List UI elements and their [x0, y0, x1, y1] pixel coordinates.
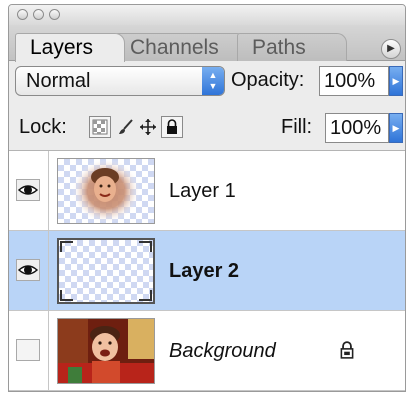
- triangle-right-icon: ▶: [392, 123, 400, 133]
- blend-mode-select[interactable]: Normal ▲ ▼: [15, 66, 225, 96]
- layer-thumbnail: [57, 158, 155, 224]
- visibility-cell: [9, 231, 49, 310]
- opacity-value: 100%: [324, 70, 376, 92]
- opacity-input[interactable]: 100%: [319, 66, 389, 96]
- triangle-right-icon: ▶: [387, 43, 395, 54]
- child-portrait-thumbnail: [72, 159, 140, 223]
- layer-thumbnail: [57, 318, 155, 384]
- layer-name: Layer 1: [169, 180, 236, 202]
- child-photo-thumbnail: [58, 319, 154, 383]
- layers-list: Layer 1 Layer 2 Background: [9, 151, 405, 391]
- fill-value: 100%: [330, 117, 382, 139]
- eye-icon: [17, 185, 39, 195]
- visibility-toggle[interactable]: [16, 339, 40, 361]
- lock-image-pixels-button[interactable]: [115, 116, 137, 138]
- lock-all-button[interactable]: [161, 116, 183, 138]
- padlock-icon: [340, 341, 354, 359]
- visibility-cell: [9, 151, 49, 230]
- tab-layers[interactable]: Layers: [15, 33, 125, 62]
- panel-titlebar: [9, 5, 405, 25]
- zoom-window-button[interactable]: [49, 9, 60, 20]
- layer-row-layer-1[interactable]: Layer 1: [9, 151, 405, 231]
- layer-name: Layer 2: [169, 260, 240, 282]
- blend-row: Normal ▲ ▼ Opacity: 100% ▶: [9, 63, 405, 103]
- visibility-toggle[interactable]: [16, 179, 40, 201]
- fill-input[interactable]: 100%: [325, 113, 389, 143]
- layers-panel: Channels Paths Layers ▶ Normal ▲ ▼ Opacit…: [8, 4, 406, 392]
- close-window-button[interactable]: [17, 9, 28, 20]
- brush-icon: [119, 119, 133, 134]
- updown-arrows-icon: ▲ ▼: [202, 67, 224, 95]
- panel-menu-button[interactable]: ▶: [381, 39, 401, 59]
- layer-thumbnail: [57, 238, 155, 304]
- tab-channels[interactable]: Channels: [115, 33, 247, 61]
- visibility-toggle[interactable]: [16, 259, 40, 281]
- fill-slider-button[interactable]: ▶: [389, 113, 403, 143]
- eye-icon: [17, 265, 39, 275]
- layer-row-layer-2[interactable]: Layer 2: [9, 231, 405, 311]
- lock-position-button[interactable]: [137, 116, 159, 138]
- tab-paths[interactable]: Paths: [237, 33, 347, 61]
- panel-tabs: Channels Paths Layers ▶: [9, 25, 405, 62]
- lock-label: Lock:: [19, 116, 67, 138]
- layer-row-background[interactable]: Background: [9, 311, 405, 391]
- blend-mode-value: Normal: [26, 70, 91, 92]
- lock-fill-row: Lock: Fill: 100% ▶: [9, 107, 405, 151]
- triangle-right-icon: ▶: [392, 76, 400, 86]
- opacity-label: Opacity:: [231, 69, 305, 91]
- visibility-cell: [9, 311, 49, 390]
- minimize-window-button[interactable]: [33, 9, 44, 20]
- fill-label: Fill:: [281, 116, 313, 138]
- opacity-slider-button[interactable]: ▶: [389, 66, 403, 96]
- lock-transparent-pixels-button[interactable]: [89, 116, 111, 138]
- padlock-icon: [167, 119, 177, 134]
- move-icon: [140, 119, 156, 135]
- transparent-pixels-icon: [92, 119, 108, 135]
- layer-name: Background: [169, 340, 276, 362]
- selection-corners-icon: [60, 241, 152, 301]
